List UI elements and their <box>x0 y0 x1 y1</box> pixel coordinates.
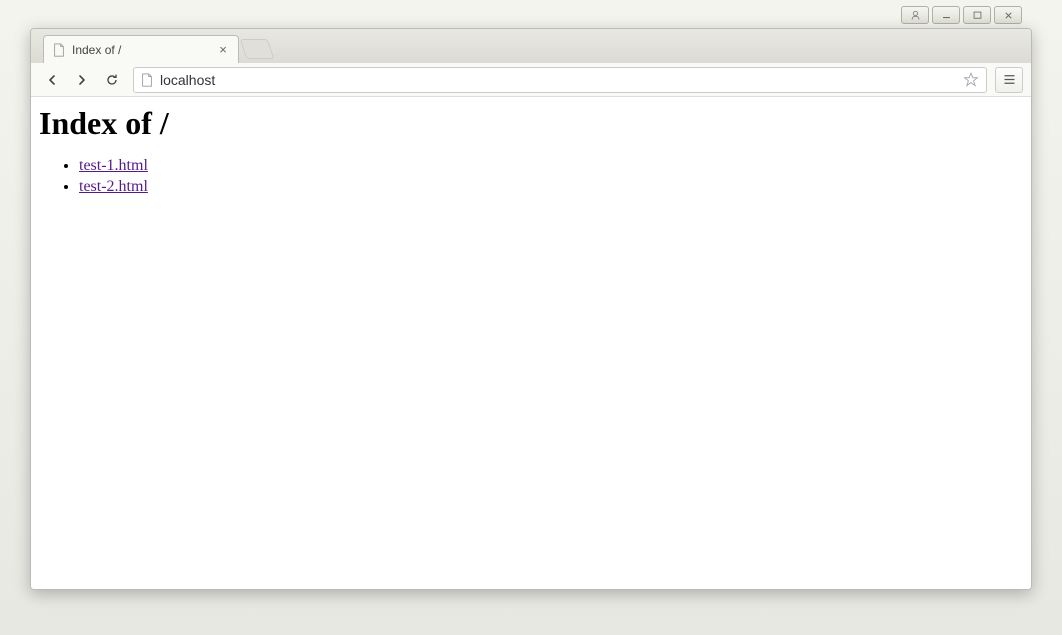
browser-toolbar: localhost <box>31 63 1031 97</box>
user-button[interactable] <box>901 6 929 24</box>
file-link[interactable]: test-1.html <box>79 157 148 174</box>
list-item: test-2.html <box>79 177 1023 198</box>
address-bar[interactable]: localhost <box>133 67 987 93</box>
page-heading: Index of / <box>39 105 1023 142</box>
close-tab-icon[interactable]: × <box>216 43 230 57</box>
directory-listing: test-1.html test-2.html <box>39 156 1023 198</box>
page-icon <box>52 43 66 57</box>
back-button[interactable] <box>39 67 65 93</box>
forward-button[interactable] <box>69 67 95 93</box>
bookmark-star-icon[interactable] <box>962 71 980 89</box>
window-controls <box>901 6 1022 24</box>
maximize-button[interactable] <box>963 6 991 24</box>
browser-window: Index of / × localhost Index of / <box>30 28 1032 590</box>
url-text: localhost <box>160 72 962 88</box>
tab-title: Index of / <box>72 43 212 57</box>
close-window-button[interactable] <box>994 6 1022 24</box>
browser-tab[interactable]: Index of / × <box>43 35 239 63</box>
page-content: Index of / test-1.html test-2.html <box>31 97 1031 589</box>
minimize-button[interactable] <box>932 6 960 24</box>
list-item: test-1.html <box>79 156 1023 177</box>
reload-button[interactable] <box>99 67 125 93</box>
new-tab-button[interactable] <box>240 39 274 59</box>
page-icon <box>140 73 154 87</box>
file-link[interactable]: test-2.html <box>79 178 148 195</box>
menu-button[interactable] <box>995 67 1023 93</box>
tab-strip: Index of / × <box>31 29 1031 63</box>
